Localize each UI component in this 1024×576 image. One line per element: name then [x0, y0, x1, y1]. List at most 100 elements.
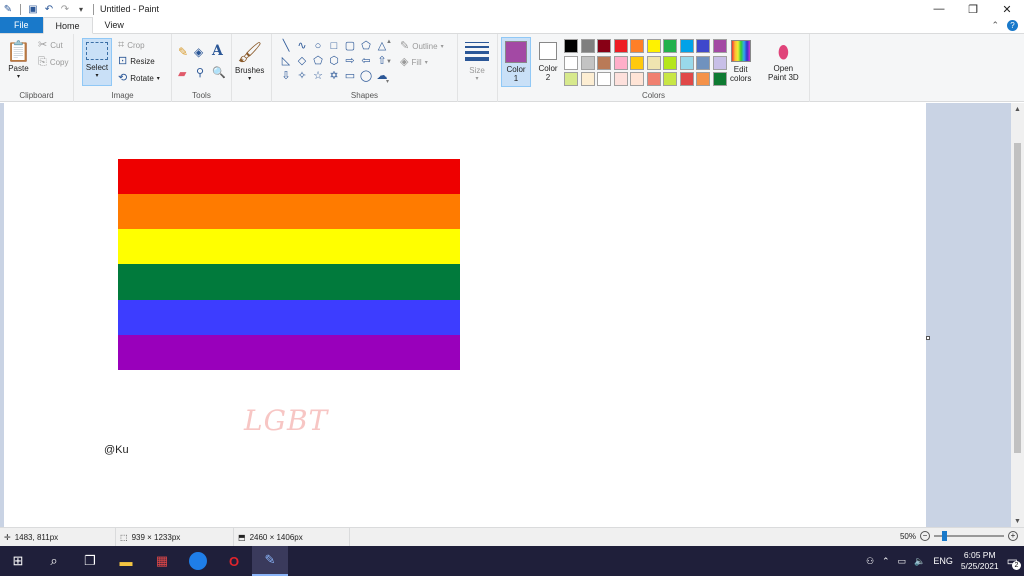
color1-button[interactable]: Color 1	[501, 37, 531, 87]
help-icon[interactable]: ?	[1007, 20, 1018, 31]
zoom-slider-knob[interactable]	[942, 531, 947, 541]
palette-swatch[interactable]	[663, 39, 677, 53]
oval-shape-icon[interactable]: ○	[310, 39, 326, 54]
pentagon-shape-icon[interactable]: ⬠	[310, 54, 326, 69]
undo-icon[interactable]: ↶	[43, 3, 55, 15]
rotate-button[interactable]: ⟲ Rotate ▾	[118, 73, 160, 84]
file-explorer-icon[interactable]: ▬	[108, 546, 144, 576]
palette-swatch[interactable]	[646, 55, 661, 70]
palette-swatch[interactable]	[613, 39, 628, 53]
chevron-down-icon[interactable]: ▼	[386, 59, 394, 65]
zoom-slider[interactable]	[934, 531, 1004, 541]
text-tool-icon[interactable]: A	[212, 43, 223, 59]
paste-button[interactable]: 📋 Paste ▾	[6, 40, 31, 80]
palette-swatch[interactable]	[646, 39, 661, 53]
rectangle-shape-icon[interactable]: □	[326, 39, 342, 54]
search-icon[interactable]: ⌕	[36, 546, 72, 576]
shapes-gallery[interactable]: ╲ ∿ ○ □ ▢ ⬠ △ ◺ ◇ ⬠ ⬡ ⇨ ⇦ ⇧ ⇩ ✧ ☆ ✡ ▭ ◯ …	[278, 39, 390, 85]
redo-icon[interactable]: ↷	[59, 3, 71, 15]
palette-swatch[interactable]	[580, 55, 595, 70]
battery-icon[interactable]: ▭	[898, 556, 907, 567]
palette-swatch[interactable]	[564, 72, 578, 86]
language-indicator[interactable]: ENG	[933, 556, 953, 566]
scroll-down-icon[interactable]: ▼	[1011, 515, 1024, 527]
pencil-icon[interactable]: ✎	[178, 45, 188, 59]
diamond-shape-icon[interactable]: ◇	[294, 54, 310, 69]
fill-button[interactable]: ◈ Fill ▾	[400, 57, 428, 68]
shapes-scroll[interactable]: ▲ ▼ ▾	[386, 39, 394, 85]
palette-swatch[interactable]	[597, 72, 611, 86]
palette-swatch[interactable]	[712, 39, 727, 53]
color2-button[interactable]: Color 2	[534, 40, 562, 82]
palette-swatch[interactable]	[564, 39, 578, 53]
right-triangle-icon[interactable]: ◺	[278, 54, 294, 69]
palette-swatch[interactable]	[696, 39, 710, 53]
palette-swatch[interactable]	[679, 72, 694, 86]
task-view-icon[interactable]: ❐	[72, 546, 108, 576]
callout-rect-icon[interactable]: ▭	[342, 69, 358, 84]
restore-icon[interactable]: ❐	[956, 0, 990, 18]
cut-button[interactable]: ✂ Cut	[38, 40, 63, 51]
windows-start-icon[interactable]: ⊞	[0, 546, 36, 576]
minimize-icon[interactable]: —	[922, 0, 956, 18]
magnifier-icon[interactable]: 🔍	[212, 66, 226, 79]
palette-swatch[interactable]	[630, 39, 644, 53]
rounded-rectangle-icon[interactable]: ▢	[342, 39, 358, 54]
five-point-star-icon[interactable]: ☆	[310, 69, 326, 84]
palette-swatch[interactable]	[613, 55, 628, 70]
palette-swatch[interactable]	[679, 39, 694, 53]
tab-home[interactable]: Home	[42, 17, 93, 34]
callout-oval-icon[interactable]: ◯	[358, 69, 374, 84]
clock[interactable]: 6:05 PM 5/25/2021	[961, 550, 999, 572]
edit-colors-button[interactable]: Edit colors	[730, 40, 751, 83]
copy-button[interactable]: ⎘ Copy	[38, 57, 69, 68]
volume-icon[interactable]: 🔈	[914, 556, 925, 567]
color-picker-icon[interactable]: ⚲	[196, 66, 204, 79]
size-button[interactable]: Size ▾	[465, 40, 489, 82]
palette-swatch[interactable]	[663, 55, 677, 70]
outline-button[interactable]: ✎ Outline ▾	[400, 41, 444, 52]
customize-quick-access-icon[interactable]: ▾	[75, 3, 87, 15]
collapse-ribbon-icon[interactable]: ⌃	[991, 20, 999, 31]
palette-swatch[interactable]	[613, 72, 628, 86]
curve-shape-icon[interactable]: ∿	[294, 39, 310, 54]
zalo-icon[interactable]	[180, 546, 216, 576]
resize-button[interactable]: ⊡ Resize	[118, 56, 155, 67]
palette-swatch[interactable]	[712, 55, 727, 70]
palette-swatch[interactable]	[696, 72, 710, 86]
palette-swatch[interactable]	[712, 72, 727, 86]
more-shapes-icon[interactable]: ▾	[386, 78, 394, 85]
fill-bucket-icon[interactable]: ◈	[194, 45, 203, 59]
hexagon-shape-icon[interactable]: ⬡	[326, 54, 342, 69]
palette-swatch[interactable]	[663, 72, 677, 86]
palette-swatch[interactable]	[597, 55, 611, 70]
app-icon[interactable]: ▦	[144, 546, 180, 576]
canvas-resize-handle[interactable]	[926, 336, 930, 340]
polygon-shape-icon[interactable]: ⬠	[358, 39, 374, 54]
palette-swatch[interactable]	[630, 55, 644, 70]
opera-icon[interactable]: O	[216, 546, 252, 576]
vertical-scrollbar[interactable]: ▲ ▼	[1011, 103, 1024, 527]
people-icon[interactable]: ⚇	[866, 556, 874, 567]
palette-swatch[interactable]	[696, 55, 710, 70]
chevron-up-icon[interactable]: ▲	[386, 39, 394, 45]
down-arrow-shape-icon[interactable]: ⇩	[278, 69, 294, 84]
zoom-out-icon[interactable]: −	[920, 531, 930, 541]
palette-swatch[interactable]	[679, 55, 694, 70]
chevron-up-icon[interactable]: ⌃	[882, 556, 890, 567]
six-point-star-icon[interactable]: ✡	[326, 69, 342, 84]
eraser-icon[interactable]: ▰	[178, 67, 186, 80]
paint-app-icon[interactable]: ✎	[2, 3, 14, 15]
select-button[interactable]: Select ▾	[82, 38, 112, 86]
palette-swatch[interactable]	[580, 72, 595, 86]
save-icon[interactable]: ▣	[27, 3, 39, 15]
tab-view[interactable]: View	[93, 17, 136, 33]
scrollbar-thumb[interactable]	[1014, 143, 1021, 453]
close-icon[interactable]: ✕	[990, 0, 1024, 18]
palette-swatch[interactable]	[580, 39, 595, 53]
line-shape-icon[interactable]: ╲	[278, 39, 294, 54]
zoom-in-icon[interactable]: +	[1008, 531, 1018, 541]
open-paint3d-button[interactable]: ⬮ Open Paint 3D	[768, 40, 799, 82]
scroll-up-icon[interactable]: ▲	[1011, 103, 1024, 115]
palette-swatch[interactable]	[630, 72, 644, 86]
